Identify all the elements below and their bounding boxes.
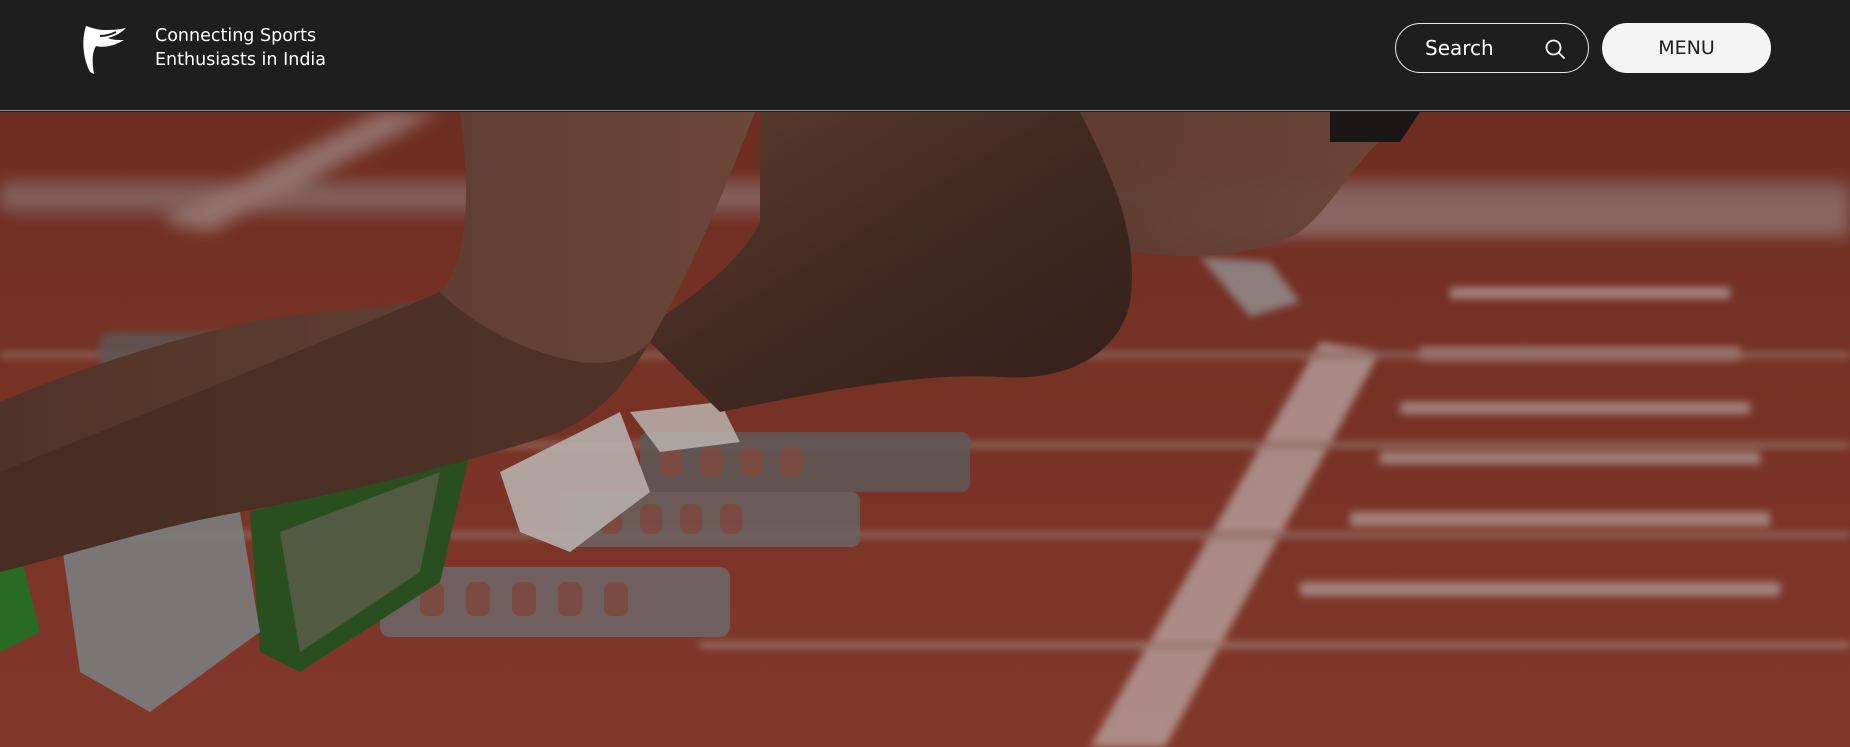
hero-image <box>0 112 1850 747</box>
tagline-line-1: Connecting Sports <box>155 26 317 46</box>
site-tagline: Connecting Sports Enthusiasts in India <box>155 24 326 72</box>
search-button[interactable]: Search <box>1395 23 1589 73</box>
tagline-line-2: Enthusiasts in India <box>155 50 327 70</box>
search-icon <box>1545 39 1565 59</box>
hero-illustration <box>0 112 1850 747</box>
search-label: Search <box>1425 36 1494 60</box>
logo-icon[interactable] <box>80 22 128 76</box>
site-header: Connecting Sports Enthusiasts in India S… <box>0 0 1850 111</box>
menu-button[interactable]: MENU <box>1602 23 1771 73</box>
